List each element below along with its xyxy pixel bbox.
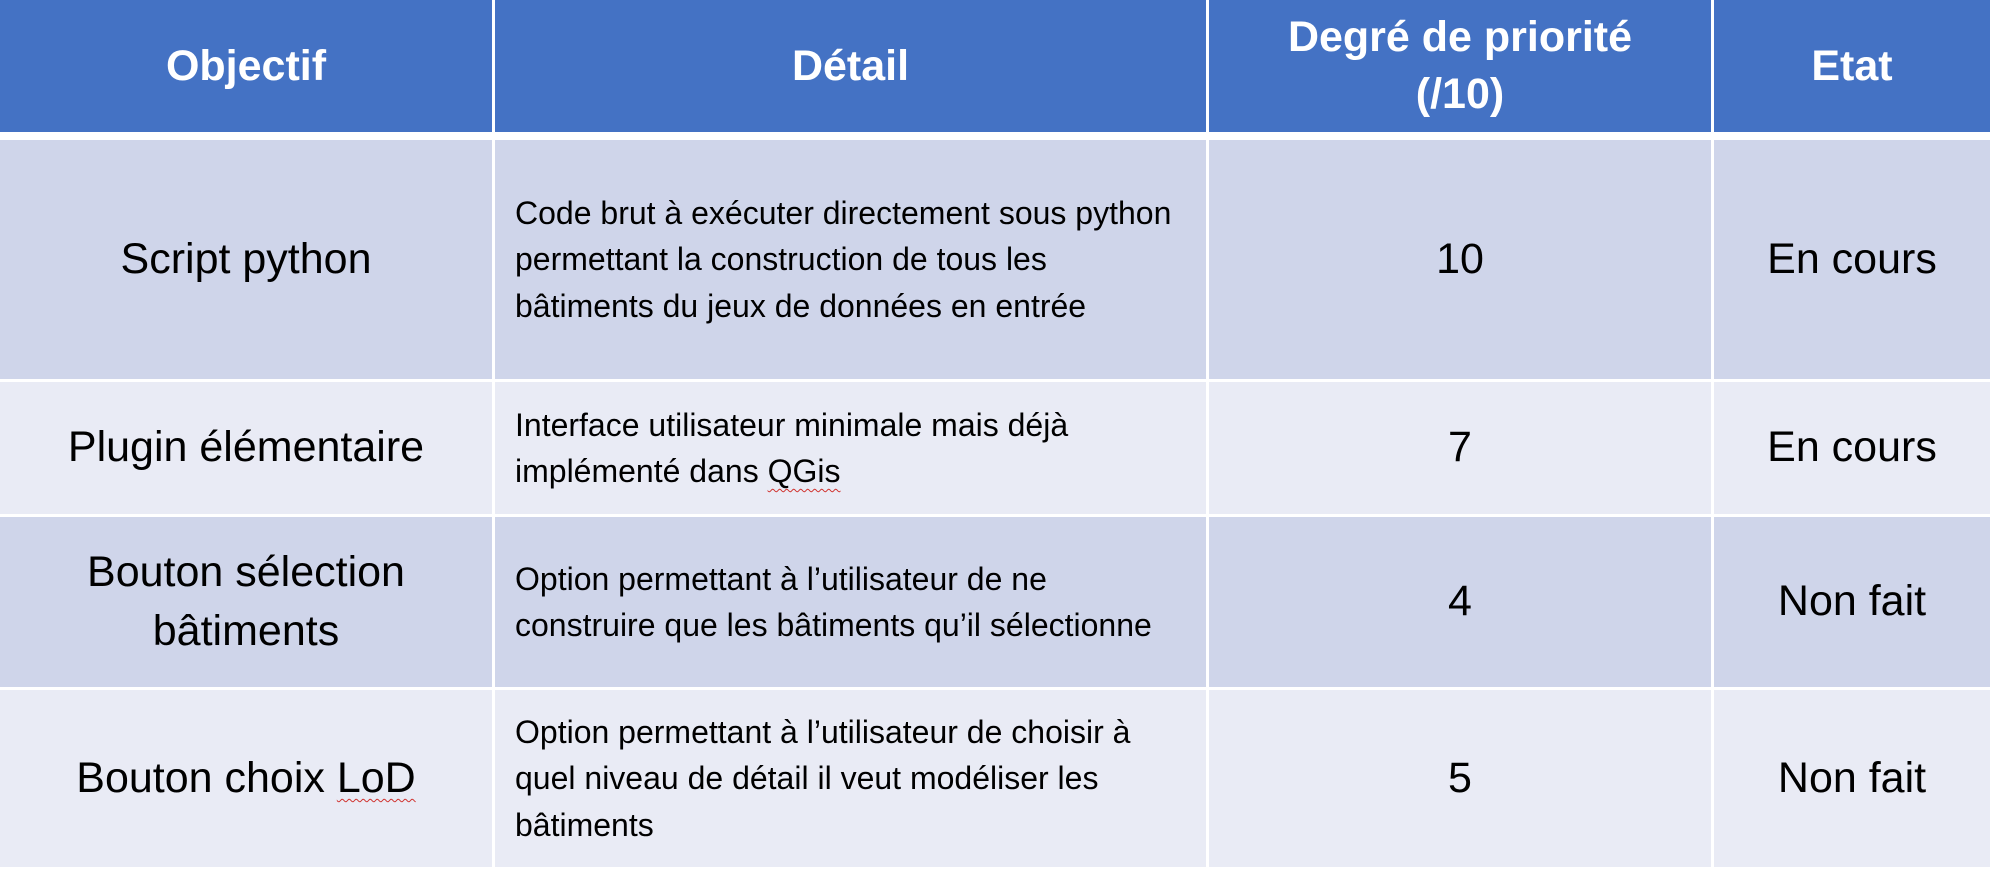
header-priorite-label: Degré de priorité xyxy=(1287,13,1633,62)
header-objectif-label: Objectif xyxy=(165,41,327,90)
row-3-detail-text: Option permettant à l’utilisateur de ne … xyxy=(515,560,1152,643)
header-priorite: Degré de priorité (/10) xyxy=(1209,0,1714,140)
header-etat-label: Etat xyxy=(1811,41,1893,90)
row-3-priorite-value: 4 xyxy=(1448,577,1472,626)
row-3-etat: Non fait xyxy=(1714,517,1990,690)
row-2-priorite: 7 xyxy=(1209,382,1714,517)
row-3-objectif: Bouton sélection bâtiments xyxy=(0,517,495,690)
row-1-detail-text: Code brut à exécuter directement sous py… xyxy=(515,194,1172,324)
row-2-priorite-value: 7 xyxy=(1448,423,1472,472)
header-priorite-scale: (/10) xyxy=(1415,70,1505,118)
header-detail: Détail xyxy=(495,0,1209,140)
row-1-objectif-text: Script python xyxy=(120,234,372,283)
row-2-etat: En cours xyxy=(1714,382,1990,517)
row-1-detail: Code brut à exécuter directement sous py… xyxy=(495,140,1209,382)
row-2-objectif: Plugin élémentaire xyxy=(0,382,495,517)
row-2-objectif-text: Plugin élémentaire xyxy=(67,423,425,472)
row-1-priorite: 10 xyxy=(1209,140,1714,382)
row-4-detail-text: Option permettant à l’utilisateur de cho… xyxy=(515,713,1131,843)
row-4-objectif-text: Bouton choix LoD xyxy=(76,749,415,808)
row-4-priorite: 5 xyxy=(1209,690,1714,870)
row-3-objectif-line2: bâtiments xyxy=(152,607,340,655)
row-4-priorite-value: 5 xyxy=(1448,753,1472,802)
row-3-objectif-line1: Bouton sélection xyxy=(87,547,405,596)
row-2-detail-spellcheck-word: QGis xyxy=(767,453,841,489)
row-4-detail: Option permettant à l’utilisateur de cho… xyxy=(495,690,1209,870)
row-3-priorite: 4 xyxy=(1209,517,1714,690)
row-4-objectif: Bouton choix LoD xyxy=(0,690,495,870)
priority-table: Objectif Détail Degré de priorité (/10) … xyxy=(0,0,1990,870)
row-4-etat: Non fait xyxy=(1714,690,1990,870)
row-3-detail: Option permettant à l’utilisateur de ne … xyxy=(495,517,1209,690)
row-4-objectif-prefix: Bouton choix xyxy=(76,753,337,802)
row-1-etat: En cours xyxy=(1714,140,1990,382)
row-1-objectif: Script python xyxy=(0,140,495,382)
row-4-etat-value: Non fait xyxy=(1777,753,1927,802)
row-1-priorite-value: 10 xyxy=(1436,234,1484,283)
row-4-objectif-spellcheck-word: LoD xyxy=(336,753,416,802)
row-1-etat-value: En cours xyxy=(1767,234,1937,283)
header-detail-label: Détail xyxy=(791,41,910,90)
row-2-detail-text: Interface utilisateur minimale mais déjà… xyxy=(515,402,1178,495)
row-3-etat-value: Non fait xyxy=(1777,577,1927,626)
row-2-etat-value: En cours xyxy=(1767,423,1937,472)
header-etat: Etat xyxy=(1714,0,1990,140)
header-objectif: Objectif xyxy=(0,0,495,140)
row-2-detail: Interface utilisateur minimale mais déjà… xyxy=(495,382,1209,517)
